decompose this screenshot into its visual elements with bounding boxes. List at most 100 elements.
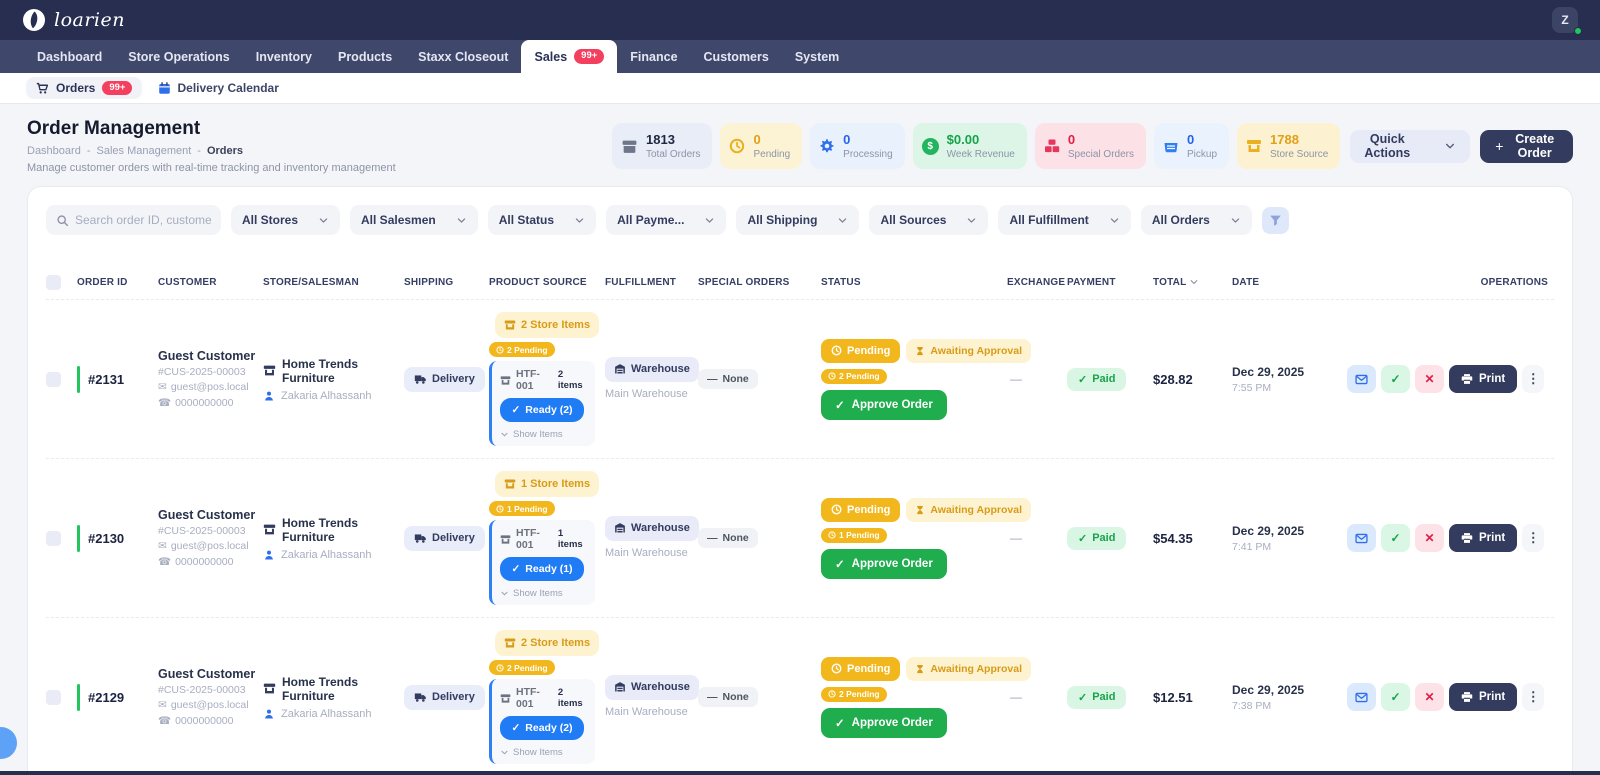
show-items-toggle[interactable]: Show Items bbox=[500, 588, 587, 599]
breadcrumb-sales-management[interactable]: Sales Management bbox=[97, 145, 192, 157]
nav-products[interactable]: Products bbox=[325, 40, 405, 73]
nav-label: Customers bbox=[703, 49, 769, 64]
approve-icon-button[interactable]: ✓ bbox=[1381, 683, 1410, 711]
more-actions-button[interactable]: ⋮ bbox=[1522, 524, 1545, 552]
filter-all-salesmen[interactable]: All Salesmen bbox=[350, 205, 478, 235]
col-product-source: PRODUCT SOURCE bbox=[489, 276, 587, 288]
store-icon bbox=[504, 637, 516, 649]
filter-all-stores[interactable]: All Stores bbox=[231, 205, 341, 235]
show-items-toggle[interactable]: Show Items bbox=[500, 429, 587, 440]
store-icon bbox=[263, 523, 276, 536]
floating-helper-button[interactable] bbox=[0, 727, 17, 759]
ready-button[interactable]: ✓ Ready (2) bbox=[500, 398, 584, 422]
nav-finance[interactable]: Finance bbox=[617, 40, 690, 73]
approve-icon-button[interactable]: ✓ bbox=[1381, 524, 1410, 552]
row-checkbox[interactable] bbox=[46, 530, 61, 546]
approve-order-button[interactable]: ✓ Approve Order bbox=[821, 389, 947, 420]
quick-actions-dropdown[interactable]: Quick Actions bbox=[1350, 129, 1471, 163]
email-order-button[interactable] bbox=[1347, 365, 1376, 393]
mail-glyph-icon: ✉ bbox=[158, 381, 167, 394]
col-total-sortable[interactable]: TOTAL bbox=[1153, 277, 1232, 288]
store-icon bbox=[504, 478, 516, 490]
sku-item-count: 1 items bbox=[557, 528, 583, 550]
row-checkbox[interactable] bbox=[46, 371, 61, 387]
sku-code: HTF-001 bbox=[516, 527, 540, 551]
filter-all-payments[interactable]: All Payme... bbox=[606, 205, 727, 235]
nav-inventory[interactable]: Inventory bbox=[243, 40, 325, 73]
store-icon bbox=[500, 375, 511, 386]
reject-icon-button[interactable]: ✕ bbox=[1415, 524, 1444, 552]
filter-all-sources[interactable]: All Sources bbox=[869, 205, 989, 235]
email-order-button[interactable] bbox=[1347, 524, 1376, 552]
filter-label: All Status bbox=[498, 213, 555, 227]
source-pending-badge: 2 Pending bbox=[489, 342, 555, 357]
nav-label: System bbox=[794, 49, 840, 64]
breadcrumb-dashboard[interactable]: Dashboard bbox=[27, 145, 81, 157]
filter-all-fulfillment[interactable]: All Fulfillment bbox=[998, 205, 1131, 235]
col-order-id: ORDER ID bbox=[77, 276, 128, 288]
page-title: Order Management bbox=[27, 118, 201, 139]
nav-system[interactable]: System bbox=[782, 40, 852, 73]
print-button[interactable]: Print bbox=[1449, 683, 1518, 711]
sku-item-count: 2 items bbox=[557, 687, 583, 709]
nav-label: Dashboard bbox=[37, 49, 103, 64]
nav-sales-active[interactable]: Sales 99+ bbox=[521, 40, 618, 73]
box-icon bbox=[621, 138, 638, 155]
user-avatar[interactable]: Z bbox=[1552, 7, 1582, 35]
printer-icon bbox=[1461, 532, 1473, 544]
select-all-checkbox[interactable] bbox=[46, 274, 61, 290]
order-date: Dec 29, 2025 bbox=[1232, 523, 1305, 538]
email-order-button[interactable] bbox=[1347, 683, 1376, 711]
avatar-initial: Z bbox=[1561, 13, 1569, 27]
fulfillment-badge: Warehouse bbox=[605, 674, 699, 700]
x-icon: ✕ bbox=[1424, 372, 1435, 386]
filter-all-status[interactable]: All Status bbox=[487, 205, 597, 235]
search-input[interactable] bbox=[75, 213, 211, 227]
order-time: 7:41 PM bbox=[1232, 540, 1272, 553]
reject-icon-button[interactable]: ✕ bbox=[1415, 683, 1444, 711]
brand-wordmark: loarien bbox=[54, 9, 125, 31]
stat-label: Pending bbox=[753, 149, 791, 161]
more-actions-button[interactable]: ⋮ bbox=[1522, 365, 1545, 393]
nav-staxx-closeout[interactable]: Staxx Closeout bbox=[405, 40, 521, 73]
salesman-name: Zakaria Alhassanh bbox=[281, 707, 372, 720]
print-button[interactable]: Print bbox=[1449, 365, 1518, 393]
stat-special-orders: 0 Special Orders bbox=[1034, 123, 1146, 169]
basket-icon bbox=[1163, 138, 1179, 154]
clock-icon bbox=[496, 346, 504, 354]
approve-icon-button[interactable]: ✓ bbox=[1381, 365, 1410, 393]
more-actions-button[interactable]: ⋮ bbox=[1522, 683, 1545, 711]
order-status-bar bbox=[77, 683, 80, 711]
hourglass-icon bbox=[915, 346, 925, 356]
ready-button[interactable]: ✓ Ready (2) bbox=[500, 716, 584, 740]
approve-order-button[interactable]: ✓ Approve Order bbox=[821, 707, 947, 738]
sku-item-count: 2 items bbox=[557, 369, 583, 391]
fulfillment-badge: Warehouse bbox=[605, 356, 699, 382]
sku-card: HTF-001 2 items ✓ Ready (2) Show Items bbox=[489, 361, 595, 446]
nav-dashboard[interactable]: Dashboard bbox=[24, 40, 115, 73]
advanced-filter-button[interactable] bbox=[1261, 206, 1289, 234]
ready-button[interactable]: ✓ Ready (1) bbox=[500, 557, 584, 581]
filter-all-shipping[interactable]: All Shipping bbox=[736, 205, 860, 235]
x-icon: ✕ bbox=[1424, 690, 1435, 704]
check-icon: ✓ bbox=[1390, 372, 1401, 386]
subnav-delivery-calendar[interactable]: Delivery Calendar bbox=[158, 81, 279, 95]
nav-store-operations[interactable]: Store Operations bbox=[115, 40, 242, 73]
phone-glyph-icon: ☎ bbox=[158, 396, 172, 409]
subnav-orders[interactable]: Orders 99+ bbox=[26, 76, 143, 100]
printer-icon bbox=[1461, 373, 1473, 385]
reject-icon-button[interactable]: ✕ bbox=[1415, 365, 1444, 393]
show-items-toggle[interactable]: Show Items bbox=[500, 747, 587, 758]
create-order-button[interactable]: + Create Order bbox=[1480, 129, 1573, 163]
truck-icon bbox=[414, 691, 427, 704]
filter-all-orders[interactable]: All Orders bbox=[1140, 205, 1252, 235]
stat-pending: 0 Pending bbox=[720, 123, 803, 169]
orders-card: All Stores All Salesmen All Status All P… bbox=[27, 186, 1573, 775]
print-button[interactable]: Print bbox=[1449, 524, 1518, 552]
row-checkbox[interactable] bbox=[46, 689, 61, 705]
filter-label: All Payme... bbox=[617, 213, 685, 227]
check-icon: ✓ bbox=[1078, 532, 1088, 545]
nav-customers[interactable]: Customers bbox=[691, 40, 782, 73]
special-orders-badge: — None bbox=[698, 369, 758, 389]
approve-order-button[interactable]: ✓ Approve Order bbox=[821, 548, 947, 579]
